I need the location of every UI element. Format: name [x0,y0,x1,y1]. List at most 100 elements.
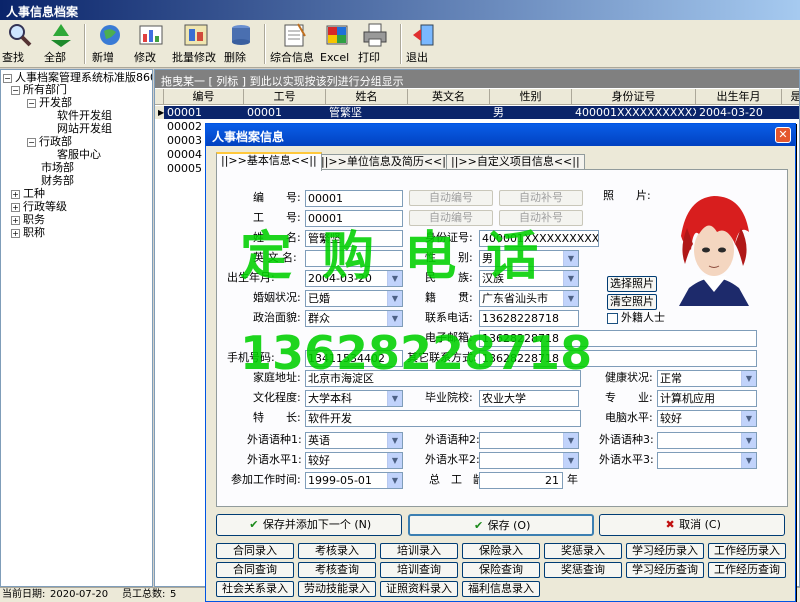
chevron-down-icon[interactable]: ▼ [387,271,402,286]
save-button[interactable]: ✔ 保存 (O) [408,514,594,536]
auto-id-button[interactable]: 自动编号 [409,190,493,206]
chevron-down-icon[interactable]: ▼ [741,411,756,426]
tab-basic-info[interactable]: ||>>基本信息<<|| [216,152,322,171]
contract-entry-button[interactable]: 合同录入 [216,543,294,559]
column-header[interactable]: 工号 [244,89,326,105]
column-header[interactable]: 身份证号 [572,89,696,105]
collapse-icon[interactable]: − [3,73,12,83]
chevron-down-icon[interactable]: ▼ [563,271,578,286]
tree-item-software-group[interactable]: 软件开发组 [57,109,112,122]
column-header[interactable]: 英文名 [408,89,490,105]
tree-item-admin-dept[interactable]: − 行政部 [27,135,72,148]
level3-select[interactable]: ▼ [657,452,757,469]
health-select[interactable]: 正常 ▼ [657,370,757,387]
native-select[interactable]: 广东省汕头市 ▼ [479,290,579,307]
collapse-icon[interactable]: − [27,98,36,108]
expand-icon[interactable]: + [11,189,20,199]
employee-photo[interactable] [669,188,759,306]
add-button[interactable]: 新增 [92,22,128,66]
email-input[interactable]: 13628228718 [479,330,757,347]
clear-photo-button[interactable]: 清空照片 [607,294,657,310]
certificate-entry-button[interactable]: 证照资料录入 [380,581,458,597]
close-button[interactable]: ✕ [775,127,791,143]
column-header[interactable]: 姓名 [326,89,408,105]
training-query-button[interactable]: 培训查询 [380,562,458,578]
collapse-icon[interactable]: − [27,137,36,147]
name-input[interactable]: 管繁坚 [305,230,403,247]
excel-button[interactable]: Excel [320,22,354,66]
batch-edit-button[interactable]: 批量修改 [172,22,220,66]
major-input[interactable]: 计算机应用 [657,390,757,407]
idcard-input[interactable]: 400001XXXXXXXXXXXXX [479,230,599,247]
choose-photo-button[interactable]: 选择照片 [607,276,657,292]
study-history-query-button[interactable]: 学习经历查询 [626,562,704,578]
birth-date-picker[interactable]: 2004-03-20 ▼ [305,270,403,287]
exit-button[interactable]: 退出 [406,22,440,66]
chevron-down-icon[interactable]: ▼ [741,433,756,448]
id-input[interactable]: 00001 [305,190,403,207]
column-header[interactable]: 编号 [164,89,244,105]
chevron-down-icon[interactable]: ▼ [387,453,402,468]
insurance-query-button[interactable]: 保险查询 [462,562,540,578]
engname-input[interactable] [305,250,403,267]
political-select[interactable]: 群众 ▼ [305,310,403,327]
table-row[interactable]: ▶ 00001 00001 管繁坚 男 400001XXXXXXXXXXXXX … [155,106,799,119]
all-button[interactable]: 全部 [44,22,78,66]
tree-item-finance-dept[interactable]: 财务部 [41,174,74,187]
contract-query-button[interactable]: 合同查询 [216,562,294,578]
chevron-down-icon[interactable]: ▼ [387,311,402,326]
save-and-add-next-button[interactable]: ✔ 保存并添加下一个 (N) [216,514,402,536]
insurance-entry-button[interactable]: 保险录入 [462,543,540,559]
tree-item-market-dept[interactable]: 市场部 [41,161,74,174]
appraisal-entry-button[interactable]: 考核录入 [298,543,376,559]
tab-unit-info[interactable]: ||>>单位信息及简历<<|| [316,154,455,170]
chevron-down-icon[interactable]: ▼ [741,453,756,468]
expand-icon[interactable]: + [11,228,20,238]
study-history-entry-button[interactable]: 学习经历录入 [626,543,704,559]
welfare-entry-button[interactable]: 福利信息录入 [462,581,540,597]
other-contact-input[interactable]: 13628228718 [479,350,757,367]
seniority-input[interactable]: 21 [479,472,563,489]
tree-item-admin-level[interactable]: + 行政等级 [11,200,67,213]
lang1-select[interactable]: 英语 ▼ [305,432,403,449]
summary-button[interactable]: 综合信息 [270,22,318,66]
chevron-down-icon[interactable]: ▼ [563,433,578,448]
chevron-down-icon[interactable]: ▼ [563,251,578,266]
tree-item-dev-dept[interactable]: − 开发部 [27,96,72,109]
workstart-date-picker[interactable]: 1999-05-01 ▼ [305,472,403,489]
tree-item-position[interactable]: + 职务 [11,213,45,226]
social-relation-entry-button[interactable]: 社会关系录入 [216,581,294,597]
chevron-down-icon[interactable]: ▼ [387,291,402,306]
tree-item-all-depts[interactable]: − 所有部门 [11,83,67,96]
address-input[interactable]: 北京市海淀区 [305,370,581,387]
mobile-input[interactable]: 13411534402 [305,350,403,367]
lang3-select[interactable]: ▼ [657,432,757,449]
edu-select[interactable]: 大学本科 ▼ [305,390,403,407]
reward-query-button[interactable]: 奖惩查询 [544,562,622,578]
tree-item-title[interactable]: + 职称 [11,226,45,239]
labor-skill-entry-button[interactable]: 劳动技能录入 [298,581,376,597]
auto-fill-button[interactable]: 自动补号 [499,190,583,206]
marital-select[interactable]: 已婚 ▼ [305,290,403,307]
tab-custom-info[interactable]: ||>>自定义项目信息<<|| [446,154,585,170]
search-button[interactable]: 查找 [2,22,36,66]
appraisal-query-button[interactable]: 考核查询 [298,562,376,578]
chevron-down-icon[interactable]: ▼ [741,371,756,386]
tree-item-web-group[interactable]: 网站开发组 [57,122,112,135]
level2-select[interactable]: ▼ [479,452,579,469]
gender-select[interactable]: 男 ▼ [479,250,579,267]
work-history-query-button[interactable]: 工作经历查询 [708,562,786,578]
chevron-down-icon[interactable]: ▼ [387,391,402,406]
auto-fill-empno-button[interactable]: 自动补号 [499,210,583,226]
work-history-entry-button[interactable]: 工作经历录入 [708,543,786,559]
nation-select[interactable]: 汉族 ▼ [479,270,579,287]
cancel-button[interactable]: ✖ 取消 (C) [599,514,785,536]
column-header[interactable]: 出生年月 [696,89,782,105]
chevron-down-icon[interactable]: ▼ [563,291,578,306]
chevron-down-icon[interactable]: ▼ [387,473,402,488]
column-header[interactable]: 性别 [490,89,572,105]
level1-select[interactable]: 较好 ▼ [305,452,403,469]
collapse-icon[interactable]: − [11,85,20,95]
school-input[interactable]: 农业大学 [479,390,579,407]
chevron-down-icon[interactable]: ▼ [387,433,402,448]
